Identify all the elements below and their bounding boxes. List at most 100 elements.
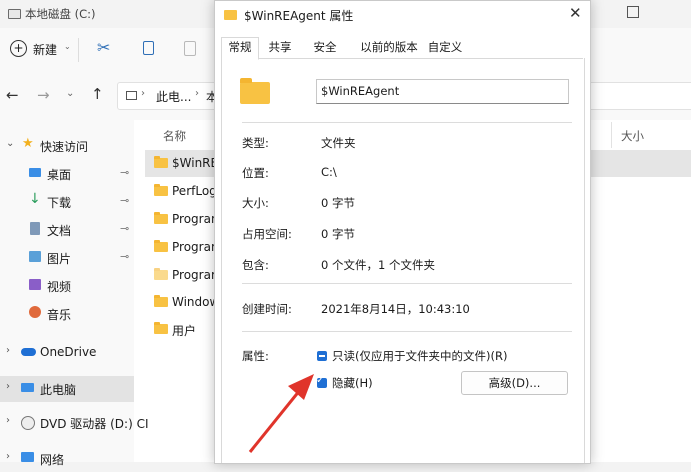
sidebar-item-label: 音乐	[47, 308, 72, 322]
tab-strip: 常规 共享 安全 以前的版本 自定义	[221, 37, 583, 60]
created-value: 2021年8月14日，10:43:10	[321, 302, 470, 316]
sidebar-item-videos[interactable]: 视频	[0, 273, 134, 299]
sidebar-item-downloads[interactable]: ↓ 下载 ⊸	[0, 189, 134, 215]
back-arrow-icon[interactable]: ←	[6, 86, 19, 104]
plus-icon: +	[10, 40, 27, 57]
folder-name-input[interactable]: $WinREAgent	[316, 79, 569, 104]
sidebar-item-network[interactable]: › 网络	[0, 446, 134, 472]
tab-general[interactable]: 常规	[221, 37, 259, 60]
tab-security[interactable]: 安全	[308, 38, 342, 57]
size-label: 大小:	[242, 196, 269, 210]
arrow-shaft	[248, 389, 302, 453]
sidebar-item-label: 图片	[47, 252, 72, 266]
dialog-title: $WinREAgent 属性	[244, 9, 354, 23]
pin-icon[interactable]: ⊸	[120, 250, 129, 263]
type-value: 文件夹	[321, 136, 356, 150]
created-label: 创建时间:	[242, 302, 292, 316]
computer-icon	[126, 91, 137, 100]
folder-icon	[154, 295, 168, 307]
desktop-icon	[29, 168, 41, 177]
sidebar-item-label: 视频	[47, 280, 72, 294]
size-on-disk-label: 占用空间:	[242, 227, 292, 241]
tab-previous-versions[interactable]: 以前的版本	[352, 38, 426, 57]
cut-icon[interactable]: ✂	[97, 38, 110, 57]
sidebar-item-label: OneDrive	[40, 345, 97, 359]
sidebar-item-desktop[interactable]: 桌面 ⊸	[0, 161, 134, 187]
sidebar-item-documents[interactable]: 文档 ⊸	[0, 217, 134, 243]
breadcrumb-sep-icon: ›	[195, 88, 199, 99]
pin-icon[interactable]: ⊸	[120, 194, 129, 207]
indeterminate-mark	[319, 355, 325, 357]
type-label: 类型:	[242, 136, 269, 150]
forward-arrow-icon[interactable]: →	[37, 86, 50, 104]
download-icon: ↓	[29, 191, 41, 207]
chevron-down-icon: ⌄	[64, 42, 71, 51]
tab-sharing[interactable]: 共享	[263, 38, 297, 57]
sidebar-item-label: DVD 驱动器 (D:) CI	[40, 417, 149, 431]
sidebar-item-label: 此电脑	[40, 383, 77, 397]
divider	[242, 331, 572, 332]
recent-chevron-icon[interactable]: ⌄	[66, 88, 74, 99]
folder-icon	[154, 240, 168, 252]
tab-customize[interactable]: 自定义	[425, 38, 465, 57]
attributes-label: 属性:	[242, 349, 269, 363]
column-header-name[interactable]: 名称	[163, 128, 186, 144]
sidebar-item-label: 文档	[47, 224, 72, 238]
divider	[242, 283, 572, 284]
sidebar-item-dvd[interactable]: › DVD 驱动器 (D:) CI	[0, 410, 149, 436]
video-icon	[29, 279, 41, 290]
dialog-titlebar: $WinREAgent 属性 ✕	[215, 1, 590, 28]
search-box[interactable]	[590, 82, 691, 110]
readonly-checkbox[interactable]	[317, 351, 327, 361]
window-title: 本地磁盘 (C:)	[25, 7, 96, 21]
sidebar-item-pictures[interactable]: 图片 ⊸	[0, 245, 134, 271]
copy-icon[interactable]	[143, 41, 154, 55]
sidebar-item-this-pc[interactable]: › 此电脑	[0, 376, 134, 402]
file-name: 用户	[172, 324, 197, 338]
breadcrumb-this-pc[interactable]: 此电...	[156, 88, 191, 105]
chevron-right-icon: ›	[6, 451, 10, 462]
chevron-right-icon: ›	[6, 415, 10, 426]
folder-icon	[224, 10, 237, 20]
navigation-pane: ⌄ ★ 快速访问 桌面 ⊸ ↓ 下载 ⊸ 文档 ⊸ 图片 ⊸ 视频 音乐 › O…	[0, 120, 149, 467]
sidebar-item-onedrive[interactable]: › OneDrive	[0, 340, 134, 366]
sidebar-item-label: 桌面	[47, 168, 72, 182]
computer-icon	[21, 383, 34, 392]
up-arrow-icon[interactable]: ↑	[91, 85, 104, 103]
sidebar-item-label: 快速访问	[40, 140, 89, 154]
maximize-button[interactable]	[627, 6, 639, 18]
dvd-icon	[21, 416, 35, 430]
size-value: 0 字节	[321, 196, 355, 210]
toolbar-divider	[78, 38, 79, 62]
network-icon	[21, 452, 34, 462]
chevron-expanded-icon: ⌄	[6, 138, 15, 149]
folder-tab-shape	[240, 78, 252, 83]
star-icon: ★	[22, 136, 34, 151]
folder-icon	[154, 184, 168, 196]
readonly-label[interactable]: 只读(仅应用于文件夹中的文件)(R)	[332, 348, 507, 364]
location-label: 位置:	[242, 166, 269, 180]
drive-icon	[8, 9, 21, 19]
hidden-label[interactable]: 隐藏(H)	[332, 375, 373, 391]
advanced-button[interactable]: 高级(D)...	[461, 371, 568, 395]
sidebar-item-quick-access[interactable]: ⌄ ★ 快速访问	[0, 133, 134, 159]
new-label: 新建	[33, 43, 58, 57]
column-divider	[611, 122, 612, 148]
sidebar-item-music[interactable]: 音乐	[0, 301, 134, 327]
pin-icon[interactable]: ⊸	[120, 222, 129, 235]
chevron-right-icon: ›	[6, 345, 10, 356]
close-icon[interactable]: ✕	[569, 4, 582, 22]
new-button[interactable]: + 新建 ⌄	[8, 39, 71, 61]
document-icon	[30, 222, 40, 235]
address-bar[interactable]: › 此电... › 本	[117, 82, 219, 110]
pin-icon[interactable]: ⊸	[120, 166, 129, 179]
size-on-disk-value: 0 字节	[321, 227, 355, 241]
divider	[242, 122, 572, 123]
large-folder-icon	[240, 78, 270, 104]
picture-icon	[29, 251, 41, 262]
column-header-size[interactable]: 大小	[621, 128, 644, 144]
music-icon	[29, 306, 41, 318]
paste-icon[interactable]	[184, 41, 196, 56]
chevron-right-icon: ›	[6, 381, 10, 392]
location-value: C:\	[321, 165, 337, 179]
